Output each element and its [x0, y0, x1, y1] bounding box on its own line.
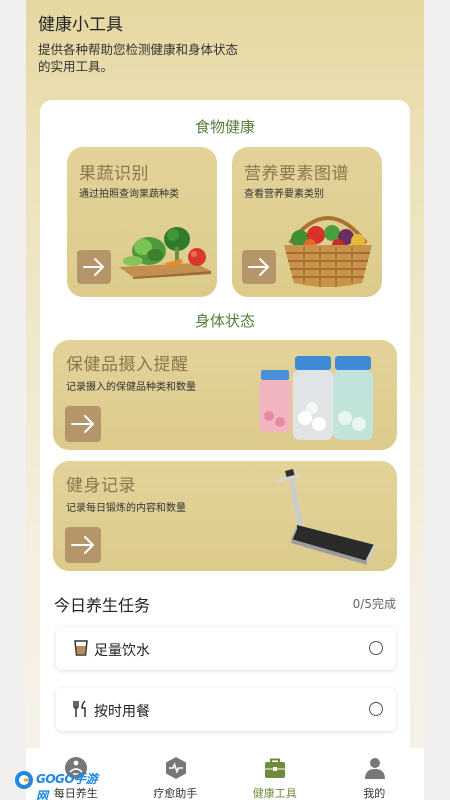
tab-health-tools[interactable]: 健康工具 — [225, 748, 325, 800]
tab-label: 疗愈助手 — [153, 787, 198, 800]
page-description: 提供各种帮助您检测健康和身体状态的实用工具。 — [38, 42, 239, 74]
watermark-logo-icon — [15, 771, 33, 789]
section-title-body: 身体状态 — [194, 312, 255, 330]
tasks-title: 今日养生任务 — [54, 596, 151, 615]
tile-title: 营养要素图谱 — [244, 164, 349, 184]
arrow-right-icon — [71, 536, 94, 554]
treadmill-illustration — [276, 469, 377, 565]
watermark-text: GOGO手游网 — [36, 772, 98, 800]
task-checkbox[interactable] — [369, 641, 383, 655]
tile-desc: 查看营养要素类别 — [244, 189, 324, 200]
tile-title: 健身记录 — [66, 476, 136, 496]
tile-desc: 记录摄入的保健品种类和数量 — [66, 382, 196, 393]
task-label: 足量饮水 — [94, 643, 150, 659]
tools-card: 食物健康 果蔬识别 通过拍照查询果蔬种类 营养要素图谱 查看营养要素类别 身体状… — [40, 100, 410, 800]
task-item-meal[interactable]: 按时用餐 — [56, 688, 396, 731]
watermark: GOGO手游网 — [14, 769, 104, 800]
tile-fruit-recognition[interactable]: 果蔬识别 通过拍照查询果蔬种类 — [67, 147, 217, 297]
task-label: 按时用餐 — [94, 704, 150, 720]
tab-label: 健康工具 — [252, 787, 297, 800]
cup-icon — [74, 640, 88, 656]
tile-fitness-record[interactable]: 健身记录 记录每日锻炼的内容和数量 — [53, 461, 397, 571]
arrow-right-icon — [83, 258, 104, 276]
tile-nutrition-map[interactable]: 营养要素图谱 查看营养要素类别 — [232, 147, 382, 297]
supplement-bottles-illustration — [259, 356, 373, 440]
vegetables-illustration — [119, 227, 211, 279]
tab-me[interactable]: 我的 — [325, 748, 425, 800]
arrow-right-icon — [71, 415, 94, 433]
tab-healing-assistant[interactable]: 疗愈助手 — [126, 748, 226, 800]
tile-title: 果蔬识别 — [79, 164, 149, 184]
tile-desc: 通过拍照查询果蔬种类 — [79, 189, 179, 200]
arrow-button[interactable] — [242, 250, 276, 284]
fruit-basket-illustration — [284, 216, 372, 287]
tile-title: 保健品摄入提醒 — [66, 355, 189, 375]
page: 健康小工具 提供各种帮助您检测健康和身体状态的实用工具。 食物健康 果蔬识别 通… — [26, 0, 424, 800]
briefcase-icon — [265, 758, 285, 778]
tasks-progress: 0/5完成 — [352, 597, 396, 611]
pulse-icon — [165, 757, 186, 779]
arrow-button[interactable] — [77, 250, 111, 284]
user-icon — [364, 758, 385, 779]
tile-desc: 记录每日锻炼的内容和数量 — [66, 503, 186, 514]
page-title: 健康小工具 — [38, 15, 123, 35]
utensils-icon — [73, 700, 86, 717]
arrow-button[interactable] — [65, 406, 101, 442]
arrow-button[interactable] — [65, 527, 101, 563]
tile-supplement-reminder[interactable]: 保健品摄入提醒 记录摄入的保健品种类和数量 — [53, 340, 397, 450]
section-title-food: 食物健康 — [194, 118, 255, 136]
task-checkbox[interactable] — [369, 702, 383, 716]
tab-label: 我的 — [363, 787, 386, 800]
task-item-water[interactable]: 足量饮水 — [56, 627, 396, 670]
arrow-right-icon — [248, 258, 269, 276]
